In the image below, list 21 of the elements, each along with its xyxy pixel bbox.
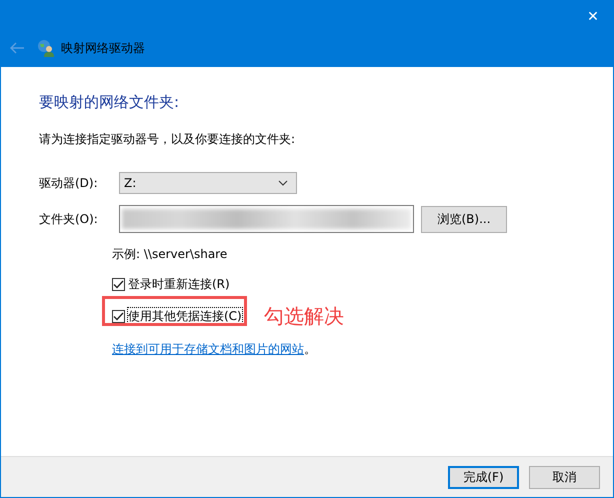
checkbox-label[interactable]: 使用其他凭据连接(C) bbox=[128, 308, 242, 325]
example-text: 示例: \\server\share bbox=[112, 246, 228, 263]
drive-dropdown[interactable]: Z: bbox=[119, 172, 297, 194]
checkbox[interactable] bbox=[112, 278, 125, 291]
annotation-text: 勾选解决 bbox=[264, 303, 344, 330]
folder-label: 文件夹(O): bbox=[39, 210, 99, 228]
checkbox-label[interactable]: 登录时重新连接(R) bbox=[128, 276, 230, 293]
folder-field[interactable] bbox=[119, 205, 414, 233]
chevron-down-icon bbox=[278, 180, 288, 186]
network-drive-icon bbox=[37, 39, 55, 57]
website-link[interactable]: 连接到可用于存储文档和图片的网站 bbox=[112, 342, 304, 356]
cancel-button[interactable]: 取消 bbox=[529, 466, 600, 488]
instruction-text: 请为连接指定驱动器号，以及你要连接的文件夹: bbox=[39, 131, 296, 148]
close-button[interactable]: ✕ bbox=[573, 1, 613, 33]
link-suffix: 。 bbox=[304, 342, 316, 356]
checkbox[interactable] bbox=[112, 310, 125, 323]
window-title: 映射网络驱动器 bbox=[61, 40, 145, 56]
browse-button[interactable]: 浏览(B)... bbox=[421, 206, 507, 232]
dialog-heading: 要映射的网络文件夹: bbox=[39, 93, 180, 112]
finish-button[interactable]: 完成(F) bbox=[448, 466, 519, 488]
drive-label: 驱动器(D): bbox=[39, 174, 99, 192]
